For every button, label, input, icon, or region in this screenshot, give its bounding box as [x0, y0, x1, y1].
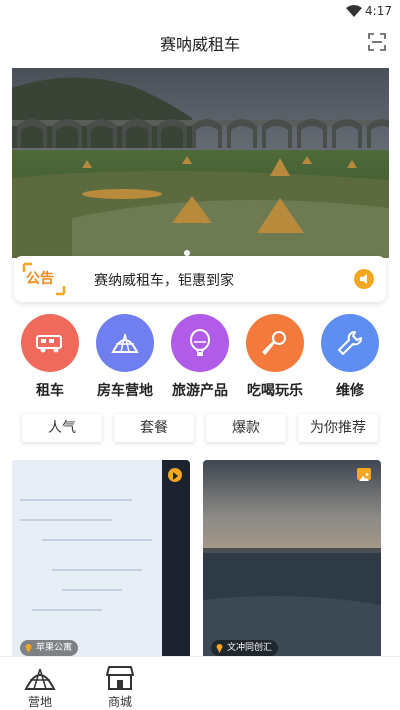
balloon-icon — [171, 314, 229, 372]
category-campsite[interactable]: 房车营地 — [87, 314, 163, 404]
listing-image — [203, 460, 381, 660]
tab-package[interactable]: 套餐 — [114, 414, 194, 442]
location-pin-icon — [25, 644, 32, 653]
tab-recommended[interactable]: 为你推荐 — [298, 414, 378, 442]
location-tag: 文冲同创汇 — [211, 640, 279, 656]
banner-image — [12, 68, 389, 258]
location-text: 苹果公寓 — [36, 643, 73, 653]
category-entertainment[interactable]: 吃喝玩乐 — [237, 314, 313, 404]
nav-label: 商城 — [107, 695, 132, 709]
speaker-icon[interactable] — [354, 269, 374, 289]
store-icon — [106, 666, 134, 690]
nav-label: 营地 — [27, 695, 52, 709]
location-pin-icon — [216, 644, 223, 653]
rv-icon — [21, 314, 79, 372]
campsite-icon — [24, 668, 56, 690]
category-rental[interactable]: 租车 — [12, 314, 88, 404]
scan-icon[interactable] — [368, 33, 386, 51]
announcement-text: 赛纳威租车，钜惠到家 — [94, 273, 234, 289]
location-tag: 苹果公寓 — [20, 640, 79, 656]
page-title: 赛呐威租车 — [159, 35, 240, 54]
microphone-icon — [246, 314, 304, 372]
tab-hot[interactable]: 爆款 — [206, 414, 286, 442]
filter-tabs: 人气 套餐 爆款 为你推荐 — [0, 414, 400, 444]
listing-image — [12, 460, 190, 660]
category-label: 房车营地 — [97, 383, 153, 399]
app-header: 赛呐威租车 — [0, 24, 400, 60]
category-label: 旅游产品 — [172, 383, 228, 399]
play-icon[interactable] — [168, 468, 182, 482]
category-label: 吃喝玩乐 — [247, 383, 303, 399]
banner-carousel[interactable] — [12, 68, 389, 258]
announcement-bar[interactable]: 公告 赛纳威租车，钜惠到家 — [14, 256, 386, 302]
category-travel[interactable]: 旅游产品 — [162, 314, 238, 404]
tab-popular[interactable]: 人气 — [22, 414, 102, 442]
listing-card[interactable]: 苹果公寓 — [12, 460, 190, 660]
nav-campsite[interactable]: 营地 — [10, 661, 70, 709]
image-icon[interactable] — [357, 468, 371, 481]
location-text: 文冲同创汇 — [227, 643, 273, 653]
category-menu: 租车 房车营地 旅游产品 吃喝玩乐 维修 — [0, 314, 400, 404]
nav-store[interactable]: 商城 — [90, 661, 150, 709]
status-time: 4:17 — [365, 4, 392, 18]
status-bar: 4:17 — [0, 0, 400, 24]
wifi-icon — [346, 5, 362, 17]
tent-icon — [96, 314, 154, 372]
announcement-badge-text: 公告 — [26, 271, 54, 287]
wrench-icon — [321, 314, 379, 372]
bottom-navigation: 营地 商城 — [0, 656, 400, 710]
category-label: 租车 — [36, 383, 64, 399]
listing-card[interactable]: 文冲同创汇 — [203, 460, 381, 660]
category-label: 维修 — [336, 383, 364, 399]
category-repair[interactable]: 维修 — [312, 314, 388, 404]
